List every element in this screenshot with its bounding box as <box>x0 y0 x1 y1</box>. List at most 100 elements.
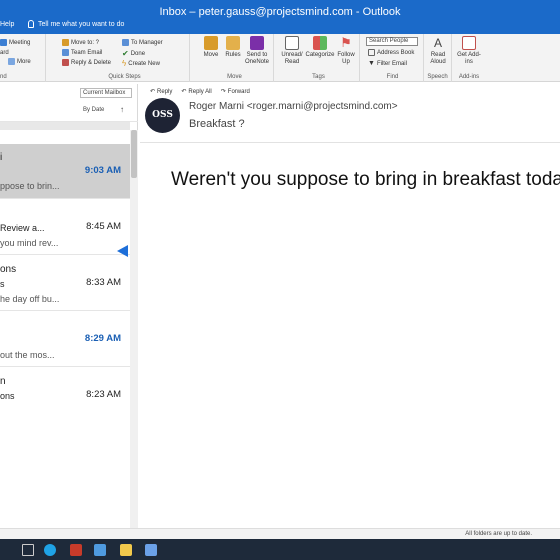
message-from: Roger Marni <roger.marni@projectsmind.co… <box>189 101 398 112</box>
envelope-icon <box>285 36 299 50</box>
forward-button[interactable]: ard <box>0 50 9 56</box>
message-item[interactable]: n ons 8:23 AM <box>0 368 130 423</box>
reply-all-icon: ↶ <box>181 89 187 95</box>
message-time: 8:45 AM <box>86 221 121 232</box>
more-respond-button[interactable]: More <box>8 58 31 65</box>
quick-step-team-email[interactable]: Team Email <box>62 49 102 56</box>
avatar: OSS <box>145 98 180 133</box>
categorize-button[interactable]: Categorize <box>305 36 335 59</box>
flag-icon: ⚑ <box>340 35 352 50</box>
message-time: 8:33 AM <box>86 277 121 288</box>
message-time: 8:23 AM <box>86 389 121 400</box>
reply-all-button[interactable]: ↶ Reply All <box>181 88 211 96</box>
quick-step-to-manager[interactable]: To Manager <box>122 39 163 46</box>
address-book-button[interactable]: Address Book <box>368 49 414 56</box>
message-item[interactable]: Review a... you mind rev... 8:45 AM <box>0 200 130 255</box>
message-time: 9:03 AM <box>84 165 121 176</box>
message-list-scrollbar[interactable] <box>130 130 138 528</box>
menu-row: Help Tell me what you want to do <box>0 18 560 34</box>
message-item[interactable]: i ppose to brin... 9:03 AM <box>0 144 130 199</box>
rules-button[interactable]: Rules <box>220 36 246 59</box>
message-preview: he day off bu... <box>0 294 60 304</box>
follow-up-button[interactable]: ⚑ Follow Up <box>333 36 359 66</box>
status-bar: All folders are up to date. <box>0 528 560 539</box>
respond-group: Meeting ard More nd <box>0 34 46 82</box>
respond-group-label: nd <box>0 74 7 80</box>
message-time: 8:29 AM <box>84 333 121 344</box>
acrobat-icon[interactable] <box>70 544 82 556</box>
message-body: Weren't you suppose to bring in breakfas… <box>171 169 560 190</box>
quick-step-done[interactable]: ✔ Done <box>122 49 145 58</box>
move-folder-icon <box>204 36 218 50</box>
get-addins-button[interactable]: Get Add-ins <box>456 36 482 66</box>
addins-group-label: Add-ins <box>458 74 480 80</box>
ribbon: Meeting ard More nd Move to: ? To Manage… <box>0 34 560 82</box>
message-preview: ppose to brin... <box>0 181 60 191</box>
search-people-input[interactable]: Search People <box>366 37 418 46</box>
addins-icon <box>462 36 476 50</box>
store-icon[interactable] <box>145 544 157 556</box>
address-book-icon <box>368 49 375 56</box>
quick-step-reply-delete[interactable]: Reply & Delete <box>62 59 111 66</box>
read-aloud-icon: A <box>433 36 442 50</box>
lightning-icon: ϟ <box>122 59 127 68</box>
find-group-label: Find <box>386 74 399 80</box>
arrow-icon <box>122 39 129 46</box>
tell-me-box[interactable]: Tell me what you want to do <box>28 20 124 28</box>
tags-group-label: Tags <box>312 74 325 80</box>
forward-button[interactable]: ↷ Forward <box>220 88 250 96</box>
tell-me-label: Tell me what you want to do <box>38 20 125 28</box>
folder-icon <box>62 39 69 46</box>
quick-step-create-new[interactable]: ϟ Create New <box>122 59 160 68</box>
message-subject: Review a... <box>0 223 45 233</box>
unread-read-button[interactable]: Unread/ Read <box>279 36 305 66</box>
mail-icon[interactable] <box>94 544 106 556</box>
message-sender: i <box>0 152 3 163</box>
lightbulb-icon <box>28 20 34 28</box>
message-preview: you mind rev... <box>0 238 59 248</box>
message-sender: ons <box>0 264 17 275</box>
message-item[interactable]: ons s he day off bu... 8:33 AM <box>0 256 130 311</box>
quick-steps-group: Move to: ? To Manager Team Email ✔ Done R… <box>60 34 190 82</box>
reading-actions: ↶ Reply ↶ Reply All ↷ Forward <box>150 88 250 96</box>
find-group: Search People Address Book ▼ Filter Email… <box>362 34 424 82</box>
message-sender: n <box>0 376 6 387</box>
message-subject-heading: Breakfast ? <box>189 118 245 130</box>
reply-delete-icon <box>62 59 69 66</box>
quick-step-move-to[interactable]: Move to: ? <box>62 39 99 46</box>
help-tab[interactable]: Help <box>0 21 14 28</box>
forward-icon: ↷ <box>220 89 226 95</box>
message-item[interactable]: out the mos... 8:29 AM <box>0 312 130 367</box>
sort-arrow-icon[interactable]: ↑ <box>120 105 124 114</box>
move-group-label: Move <box>227 74 242 80</box>
tags-group: Unread/ Read Categorize ⚑ Follow Up Tags <box>278 34 360 82</box>
file-explorer-icon[interactable] <box>120 544 132 556</box>
onenote-icon <box>250 36 264 50</box>
speech-group: A Read Aloud Speech <box>424 34 452 82</box>
scrollbar-thumb[interactable] <box>131 130 137 178</box>
window-title: Inbox – peter.gauss@projectsmind.com - O… <box>159 6 401 18</box>
current-mailbox-select[interactable]: Current Mailbox <box>80 88 132 98</box>
reading-pane: ↶ Reply ↶ Reply All ↷ Forward OSS Roger Mar… <box>140 84 560 528</box>
filter-icon: ▼ <box>368 60 375 67</box>
sort-by-date[interactable]: By Date <box>83 107 104 113</box>
meeting-icon <box>0 39 7 46</box>
message-preview: out the mos... <box>0 350 55 360</box>
check-icon: ✔ <box>122 49 129 58</box>
filter-email-button[interactable]: ▼ Filter Email <box>368 60 407 67</box>
read-aloud-button[interactable]: A Read Aloud <box>425 36 451 66</box>
pointer-arrow-icon <box>117 245 128 257</box>
team-icon <box>62 49 69 56</box>
reply-button[interactable]: ↶ Reply <box>150 88 172 96</box>
group-header <box>0 122 130 130</box>
message-subject: s <box>0 279 5 289</box>
quick-steps-label: Quick Steps <box>108 74 141 80</box>
message-list-pane: Current Mailbox By Date ↑ i ppose to bri… <box>0 84 138 528</box>
send-to-onenote-button[interactable]: Send to OneNote <box>244 36 270 66</box>
meeting-button[interactable]: Meeting <box>0 39 30 46</box>
task-view-icon[interactable] <box>22 544 34 556</box>
categorize-icon <box>313 36 327 50</box>
reply-icon: ↶ <box>150 89 156 95</box>
header-divider <box>140 142 560 143</box>
edge-icon[interactable] <box>44 544 56 556</box>
